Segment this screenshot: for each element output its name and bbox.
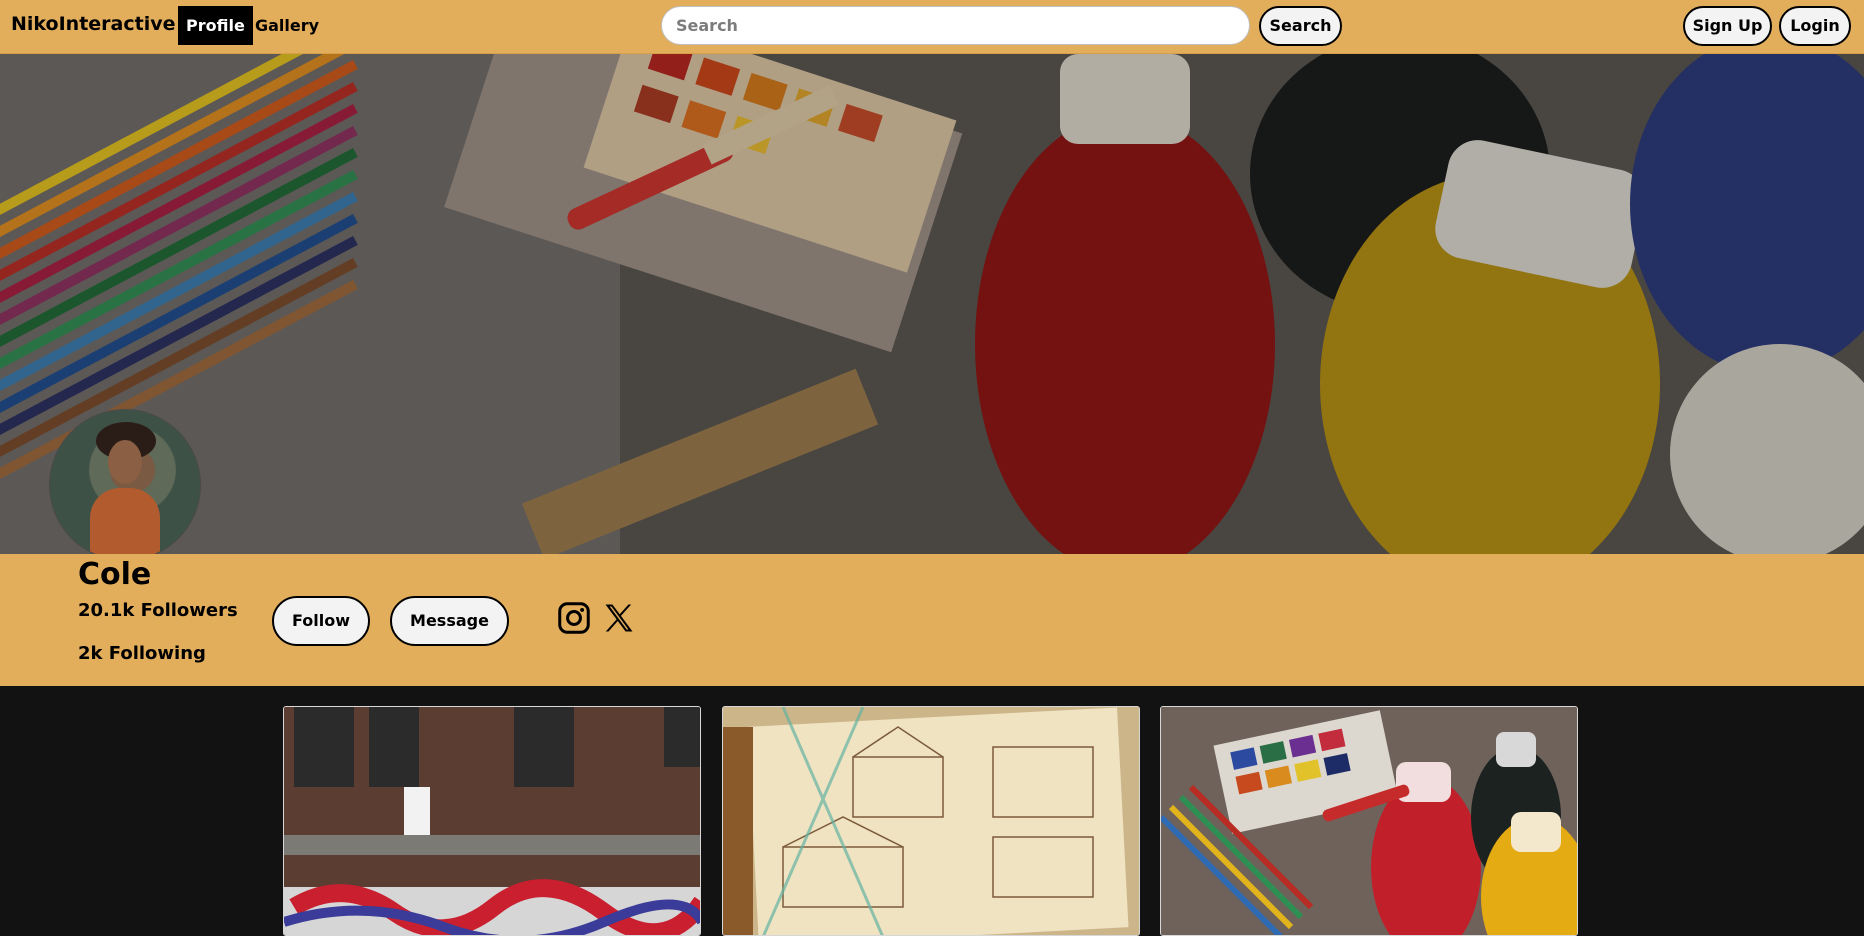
brand-logo[interactable]: NikoInteractive bbox=[11, 13, 175, 35]
profile-info-bar: Cole 20.1k Followers 2k Following Follow… bbox=[0, 554, 1864, 686]
gallery-item[interactable] bbox=[722, 706, 1140, 936]
profile-avatar[interactable] bbox=[49, 409, 201, 554]
instagram-icon[interactable] bbox=[556, 600, 592, 636]
follow-button[interactable]: Follow bbox=[272, 596, 370, 646]
login-button[interactable]: Login bbox=[1779, 6, 1851, 46]
top-navbar: NikoInteractive Profile Gallery Search S… bbox=[0, 0, 1864, 54]
sign-up-button[interactable]: Sign Up bbox=[1683, 6, 1772, 46]
graffiti-building-image bbox=[284, 707, 700, 935]
x-icon[interactable] bbox=[601, 600, 637, 636]
search-button[interactable]: Search bbox=[1259, 6, 1342, 46]
gallery-grid bbox=[0, 686, 1864, 936]
architectural-sketch-image bbox=[723, 707, 1139, 935]
search-input[interactable] bbox=[661, 6, 1250, 45]
gallery-item[interactable] bbox=[1160, 706, 1578, 936]
message-button[interactable]: Message bbox=[390, 596, 509, 646]
profile-banner-image bbox=[0, 54, 1864, 554]
following-count[interactable]: 2k Following bbox=[78, 643, 206, 664]
profile-name: Cole bbox=[78, 557, 152, 592]
followers-count[interactable]: 20.1k Followers bbox=[78, 600, 238, 621]
paints-and-pencils-image bbox=[1161, 707, 1577, 935]
gallery-item[interactable] bbox=[283, 706, 701, 936]
nav-profile[interactable]: Profile bbox=[178, 6, 253, 45]
art-supplies-banner-illustration bbox=[0, 54, 1864, 554]
nav-gallery[interactable]: Gallery bbox=[247, 6, 327, 45]
